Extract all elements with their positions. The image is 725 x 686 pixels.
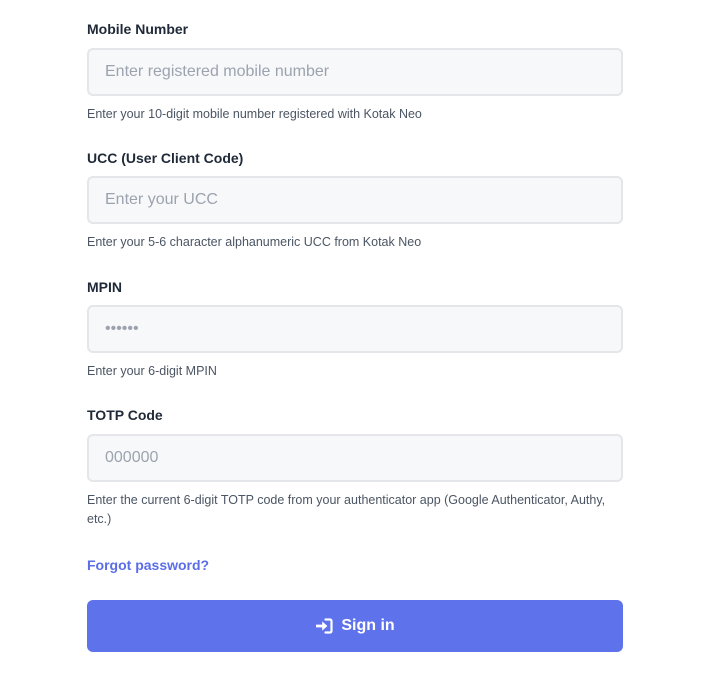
sign-in-label: Sign in <box>341 617 395 634</box>
mpin-help: Enter your 6-digit MPIN <box>87 364 217 378</box>
totp-code-input[interactable] <box>87 434 623 482</box>
totp-code-help: Enter the current 6-digit TOTP code from… <box>87 493 606 526</box>
forgot-password-link[interactable]: Forgot password? <box>87 557 209 573</box>
mobile-number-input[interactable] <box>87 48 623 96</box>
mpin-label: MPIN <box>87 279 122 295</box>
mobile-number-label: Mobile Number <box>87 21 189 37</box>
ucc-help: Enter your 5-6 character alphanumeric UC… <box>87 235 422 249</box>
mpin-input[interactable] <box>87 305 623 353</box>
sign-in-icon <box>316 618 333 634</box>
mobile-number-help: Enter your 10-digit mobile number regist… <box>87 107 422 121</box>
totp-code-label: TOTP Code <box>87 407 163 423</box>
sign-in-button[interactable]: Sign in <box>87 600 623 652</box>
ucc-label: UCC (User Client Code) <box>87 150 244 166</box>
ucc-input[interactable] <box>87 176 623 224</box>
